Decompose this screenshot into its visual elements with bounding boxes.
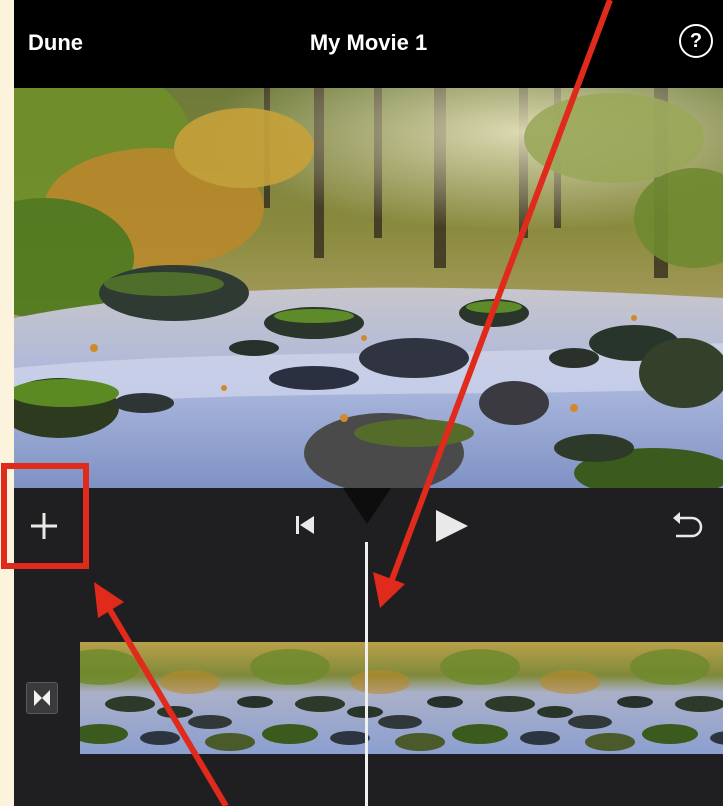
imovie-screen: Dune My Movie 1 ? <box>14 0 723 806</box>
navigation-bar: Dune My Movie 1 ? <box>14 0 723 88</box>
skip-to-start-icon[interactable] <box>292 512 318 538</box>
project-title: My Movie 1 <box>309 30 428 55</box>
transition-icon[interactable] <box>26 682 58 714</box>
editing-toolbar <box>14 488 723 564</box>
playhead-marker <box>343 488 391 524</box>
video-clip[interactable] <box>80 642 723 754</box>
undo-icon[interactable] <box>670 510 704 542</box>
timeline[interactable] <box>14 564 723 806</box>
playhead-line[interactable] <box>365 542 368 806</box>
help-icon[interactable]: ? <box>679 24 713 58</box>
play-icon[interactable] <box>432 506 472 546</box>
video-preview <box>14 88 723 488</box>
plus-icon[interactable] <box>26 508 62 544</box>
